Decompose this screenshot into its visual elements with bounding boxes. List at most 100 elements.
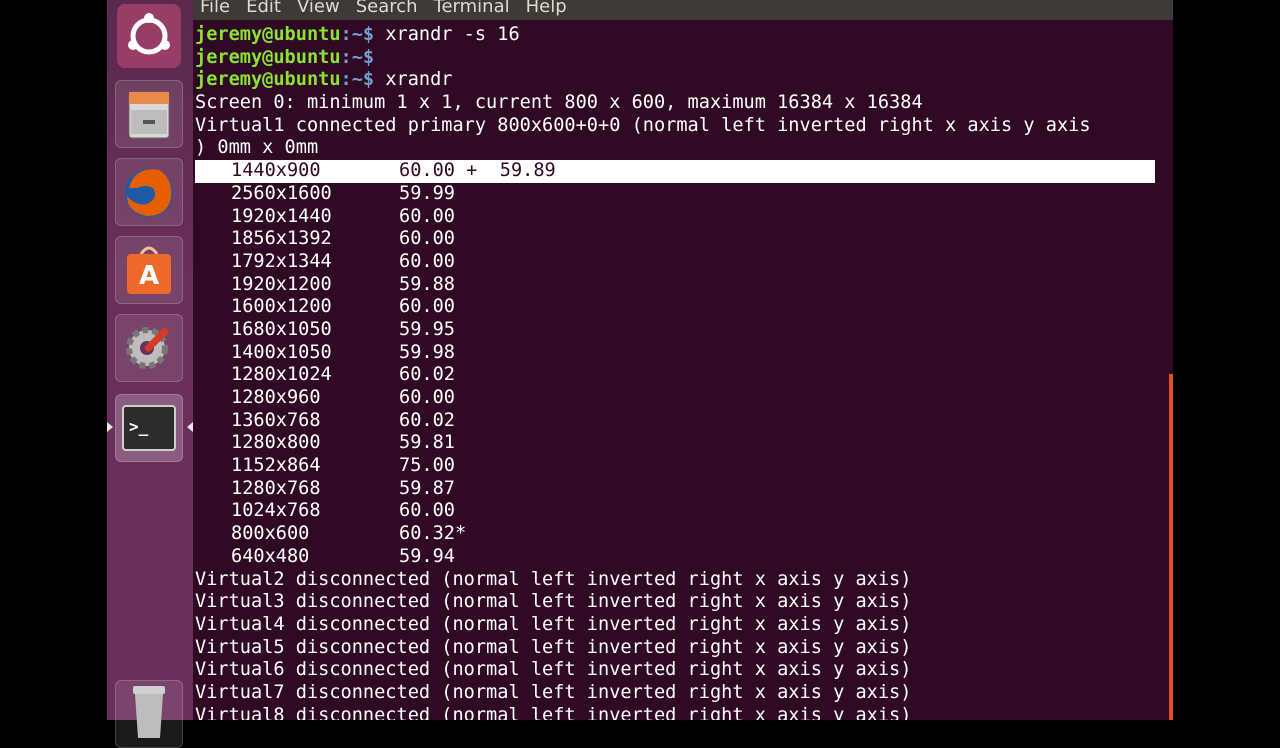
mode-rate: 59.94 [399, 545, 455, 567]
prompt-line: jeremy@ubuntu:~$ xrandr [195, 69, 1155, 92]
mode-rate: 60.00 [399, 500, 455, 522]
output-line: Virtual7 disconnected (normal left inver… [195, 681, 912, 703]
scrollbar[interactable] [1169, 374, 1173, 720]
software-center-icon: A [127, 246, 171, 294]
mode-resolution: 1792x1344 [231, 250, 332, 272]
system-settings-icon [126, 327, 169, 369]
mode-rate: 60.00 [399, 387, 455, 408]
mode-rate: 60.00 [399, 228, 455, 250]
mode-row-selected[interactable]: 1440x900 60.00 + 59.89 [195, 160, 1155, 183]
mode-rate: 59.88 [399, 273, 455, 295]
mode-row: 1680x1050 59.95 [195, 319, 1155, 342]
output-line: Virtual4 disconnected (normal left inver… [195, 613, 912, 635]
mode-row: 1400x1050 59.98 [195, 342, 1155, 365]
terminal-lines: jeremy@ubuntu:~$ xrandr -s 16 jeremy@ubu… [195, 24, 1155, 720]
output-line: Virtual3 disconnected (normal left inver… [195, 591, 912, 613]
mode-row: 2560x1600 59.99 [195, 183, 1155, 206]
mode-row: 1920x1200 59.88 [195, 274, 1155, 297]
output-line: Virtual1 connected primary 800x600+0+0 (… [195, 114, 1091, 136]
mode-rate: 59.87 [399, 477, 455, 499]
mode-resolution: 1024x768 [231, 500, 321, 522]
menu-edit[interactable]: Edit [238, 0, 289, 20]
mode-resolution: 640x480 [231, 545, 310, 567]
mode-row: 1280x800 59.81 [195, 432, 1155, 455]
prompt-user: jeremy@ubuntu [195, 24, 341, 45]
svg-text:>_: >_ [129, 417, 149, 436]
menu-terminal[interactable]: Terminal [426, 0, 518, 20]
output-line: Virtual6 disconnected (normal left inver… [195, 659, 912, 681]
mode-resolution: 1152x864 [231, 455, 321, 477]
mode-rate: 60.02 [399, 364, 455, 386]
dash-button[interactable] [115, 2, 183, 70]
mode-row: 1280x960 60.00 [195, 387, 1155, 410]
mode-resolution: 1280x768 [231, 477, 321, 499]
mode-resolution: 1856x1392 [231, 228, 332, 250]
svg-text:A: A [139, 261, 159, 291]
prompt-line: jeremy@ubuntu:~$ xrandr -s 16 [195, 24, 1155, 47]
terminal-output[interactable]: jeremy@ubuntu:~$ xrandr -s 16 jeremy@ubu… [193, 20, 1173, 720]
mode-row: 1600x1200 60.00 [195, 296, 1155, 319]
prompt-user: jeremy@ubuntu [195, 46, 341, 68]
output-line: Virtual2 disconnected (normal left inver… [195, 568, 912, 590]
prompt-path: :~$ [340, 69, 386, 91]
mode-resolution: 1280x960 [231, 387, 321, 408]
menu-file[interactable]: File [193, 0, 238, 20]
mode-resolution: 1920x1200 [231, 273, 332, 295]
output-line: Virtual8 disconnected (normal left inver… [195, 704, 912, 720]
mode-rate: 60.00 [399, 250, 455, 272]
menu-search[interactable]: Search [348, 0, 426, 20]
command-text: xrandr -s 16 [385, 24, 520, 45]
mode-rate: 75.00 [399, 455, 455, 477]
mode-rate: 59.95 [399, 318, 455, 340]
mode-rate: 60.00 [399, 205, 455, 227]
prompt-line: jeremy@ubuntu:~$ [195, 47, 1155, 70]
terminal-menubar: File Edit View Search Terminal Help [193, 0, 1173, 20]
mode-rate: 59.99 [399, 182, 455, 204]
mode-resolution: 1680x1050 [231, 318, 332, 340]
mode-rate: 59.81 [399, 432, 455, 454]
mode-resolution: 1400x1050 [231, 341, 332, 363]
prompt-path: :~$ [340, 46, 386, 68]
command-text: xrandr [385, 69, 453, 91]
firefox-launcher[interactable] [115, 158, 183, 226]
mode-row: 1280x1024 60.02 [195, 364, 1155, 387]
mode-resolution: 2560x1600 [231, 182, 332, 204]
running-indicator [107, 422, 113, 432]
mode-resolution: 1280x800 [231, 432, 321, 454]
mode-resolution: 1440x900 [231, 160, 321, 182]
mode-row: 1360x768 60.02 [195, 410, 1155, 433]
ubuntu-dash-icon [117, 4, 181, 68]
mode-row: 1792x1344 60.00 [195, 251, 1155, 274]
menu-help[interactable]: Help [518, 0, 575, 20]
software-center-launcher[interactable]: A [115, 236, 183, 304]
output-line: Screen 0: minimum 1 x 1, current 800 x 6… [195, 92, 923, 114]
mode-rate: 60.32* [399, 523, 467, 545]
mode-row: 640x480 59.94 [195, 546, 1155, 569]
unity-launcher: A >_ [107, 0, 194, 748]
trash-launcher[interactable] [115, 680, 183, 748]
mode-resolution: 800x600 [231, 523, 310, 545]
trash-icon [133, 686, 165, 738]
prompt-path: :~$ [340, 24, 386, 45]
mode-resolution: 1600x1200 [231, 296, 332, 318]
mode-resolution: 1280x1024 [231, 364, 332, 386]
system-settings-launcher[interactable] [115, 314, 183, 382]
mode-row: 1024x768 60.00 [195, 500, 1155, 523]
mode-rate: 60.02 [399, 409, 455, 431]
mode-resolution: 1920x1440 [231, 205, 332, 227]
mode-rate: 60.00 + 59.89 [399, 160, 556, 182]
output-line: Virtual5 disconnected (normal left inver… [195, 636, 912, 658]
mode-row: 800x600 60.32* [195, 523, 1155, 546]
files-icon [128, 91, 170, 139]
mode-resolution: 1360x768 [231, 409, 321, 431]
mode-rate: 59.98 [399, 341, 455, 363]
terminal-icon: >_ [122, 405, 176, 451]
files-launcher[interactable] [115, 80, 183, 148]
mode-rate: 60.00 [399, 296, 455, 318]
firefox-icon [125, 169, 173, 217]
menu-view[interactable]: View [289, 0, 348, 20]
terminal-launcher[interactable]: >_ [115, 394, 183, 462]
output-line: ) 0mm x 0mm [195, 137, 319, 159]
mode-row: 1280x768 59.87 [195, 478, 1155, 501]
mode-row: 1856x1392 60.00 [195, 228, 1155, 251]
